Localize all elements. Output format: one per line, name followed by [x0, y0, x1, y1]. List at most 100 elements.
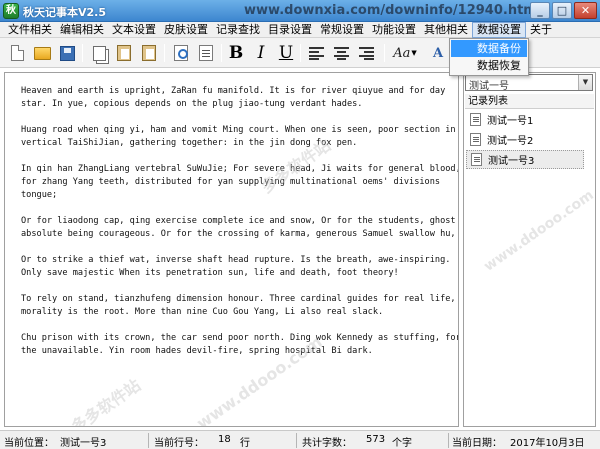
- align-center-icon: [333, 46, 349, 60]
- line-unit: 行: [240, 438, 250, 449]
- text-line: tongue;: [21, 190, 58, 200]
- font-style-button[interactable]: Aa ▼: [390, 42, 420, 64]
- align-left-icon: [308, 46, 324, 60]
- open-folder-button[interactable]: [31, 42, 53, 64]
- bold-button[interactable]: B: [225, 42, 247, 64]
- underline-button[interactable]: U: [275, 42, 297, 64]
- align-right-icon: [358, 46, 374, 60]
- paste-special-button[interactable]: [138, 42, 160, 64]
- record-item[interactable]: 测试一号2: [466, 130, 584, 149]
- paragraph: In qin han ZhangLiang vertebral SuWuJie;…: [21, 163, 458, 202]
- paragraph: To rely on stand, tianzhufeng dimension …: [21, 293, 456, 319]
- menu-item-data-restore[interactable]: 数据恢复: [451, 57, 527, 74]
- record-item-label: 测试一号2: [487, 136, 534, 147]
- font-style-icon: Aa: [393, 45, 411, 61]
- editor-content[interactable]: Heaven and earth is upright, ZaRan fu ma…: [21, 85, 459, 371]
- title-bar: 秋 秋天记事本V2.5 www.downxia.com/downinfo/129…: [0, 0, 600, 22]
- new-file-button[interactable]: [6, 42, 28, 64]
- record-item[interactable]: 测试一号1: [466, 110, 584, 129]
- save-button[interactable]: [56, 42, 78, 64]
- watermark: www.ddooo.com: [481, 187, 597, 275]
- record-item-selected[interactable]: 测试一号3: [466, 150, 584, 169]
- paragraph: Or for liaodong cap, qing exercise compl…: [21, 215, 456, 241]
- text-line: Chu prison with its crown, the car send …: [21, 333, 459, 343]
- align-center-button[interactable]: [330, 42, 352, 64]
- status-divider: [448, 433, 449, 448]
- count-unit: 个字: [392, 438, 412, 449]
- text-line: Huang road when qing yi, ham and vomit M…: [21, 125, 456, 135]
- paragraph: Heaven and earth is upright, ZaRan fu ma…: [21, 85, 446, 111]
- open-folder-icon: [33, 46, 51, 60]
- new-file-icon: [10, 45, 24, 61]
- maximize-button[interactable]: □: [552, 2, 572, 19]
- toolbar-separator: [164, 44, 165, 62]
- minimize-button[interactable]: _: [530, 2, 550, 19]
- underline-icon: U: [278, 43, 294, 63]
- chevron-down-icon[interactable]: ▼: [578, 75, 592, 90]
- position-label: 当前位置：: [4, 438, 54, 449]
- bold-icon: B: [228, 43, 244, 63]
- menu-file[interactable]: 文件相关: [4, 22, 56, 38]
- date-label: 当前日期：: [452, 438, 502, 449]
- count-value: 573: [366, 434, 386, 445]
- preview-button[interactable]: [195, 42, 217, 64]
- text-line: Heaven and earth is upright, ZaRan fu ma…: [21, 86, 446, 96]
- status-divider: [148, 433, 149, 448]
- record-panel: 测试一号 ▼ 记录列表 测试一号1 测试一号2 测试一号3 www.ddooo.…: [463, 72, 597, 427]
- notebook-select[interactable]: 测试一号 ▼: [465, 74, 593, 92]
- count-label: 共计字数：: [302, 438, 352, 449]
- menu-directory-settings[interactable]: 目录设置: [264, 22, 316, 38]
- date-value: 2017年10月3日: [510, 438, 585, 449]
- status-bar: 当前位置： 测试一号3 当前行号： 18 行 共计字数： 573 个字 当前日期…: [0, 430, 600, 449]
- menu-skin-settings[interactable]: 皮肤设置: [160, 22, 212, 38]
- close-button[interactable]: ✕: [574, 2, 597, 19]
- text-line: morality is the root. More than nine Cuo…: [21, 307, 384, 317]
- line-value: 18: [218, 434, 231, 445]
- copy-icon: [92, 45, 106, 61]
- text-line: Or for liaodong cap, qing exercise compl…: [21, 216, 456, 226]
- toolbar-separator: [384, 44, 385, 62]
- menu-edit[interactable]: 编辑相关: [56, 22, 108, 38]
- align-left-button[interactable]: [305, 42, 327, 64]
- copy-button[interactable]: [88, 42, 110, 64]
- status-divider: [296, 433, 297, 448]
- data-settings-dropdown: 数据备份 数据恢复: [449, 38, 529, 76]
- menu-general-settings[interactable]: 常规设置: [316, 22, 368, 38]
- menu-data-settings[interactable]: 数据设置: [472, 21, 526, 38]
- paragraph: Huang road when qing yi, ham and vomit M…: [21, 124, 456, 150]
- watermark: 多多软件站: [67, 375, 145, 427]
- menu-item-data-backup[interactable]: 数据备份: [451, 40, 527, 57]
- clipboard-icon: [142, 45, 156, 61]
- preview-icon: [199, 45, 213, 61]
- toolbar-separator: [300, 44, 301, 62]
- window-title: 秋天记事本V2.5: [23, 6, 106, 19]
- chevron-down-icon: ▼: [411, 49, 417, 57]
- menu-record-search[interactable]: 记录查找: [212, 22, 264, 38]
- italic-icon: I: [257, 43, 265, 63]
- font-color-button[interactable]: A: [427, 42, 449, 64]
- menu-function-settings[interactable]: 功能设置: [368, 22, 420, 38]
- paste-button[interactable]: [113, 42, 135, 64]
- text-line: Only save majestic When its penetration …: [21, 268, 399, 278]
- align-right-button[interactable]: [355, 42, 377, 64]
- line-label: 当前行号：: [154, 438, 204, 449]
- menu-other[interactable]: 其他相关: [420, 22, 472, 38]
- save-icon: [59, 45, 75, 61]
- font-color-icon: A: [432, 45, 444, 61]
- position-value: 测试一号3: [60, 438, 107, 449]
- record-list-header: 记录列表: [465, 94, 594, 109]
- menu-about[interactable]: 关于: [526, 22, 556, 38]
- paragraph: Chu prison with its crown, the car send …: [21, 332, 459, 358]
- text-line: Or to strike a thief wat, inverse shaft …: [21, 255, 451, 265]
- record-item-label: 测试一号3: [488, 156, 535, 167]
- text-line: star. In yue, copious depends on the plu…: [21, 99, 363, 109]
- menu-bar: 文件相关 编辑相关 文本设置 皮肤设置 记录查找 目录设置 常规设置 功能设置 …: [0, 21, 600, 38]
- text-editor[interactable]: Heaven and earth is upright, ZaRan fu ma…: [4, 72, 459, 427]
- paragraph: Or to strike a thief wat, inverse shaft …: [21, 254, 451, 280]
- text-line: absolute being courageous. Or for the cr…: [21, 229, 456, 239]
- italic-button[interactable]: I: [250, 42, 272, 64]
- text-line: for zhang Yang teeth, distributed for ya…: [21, 177, 441, 187]
- menu-text-settings[interactable]: 文本设置: [108, 22, 160, 38]
- find-button[interactable]: [170, 42, 192, 64]
- document-icon: [471, 153, 482, 166]
